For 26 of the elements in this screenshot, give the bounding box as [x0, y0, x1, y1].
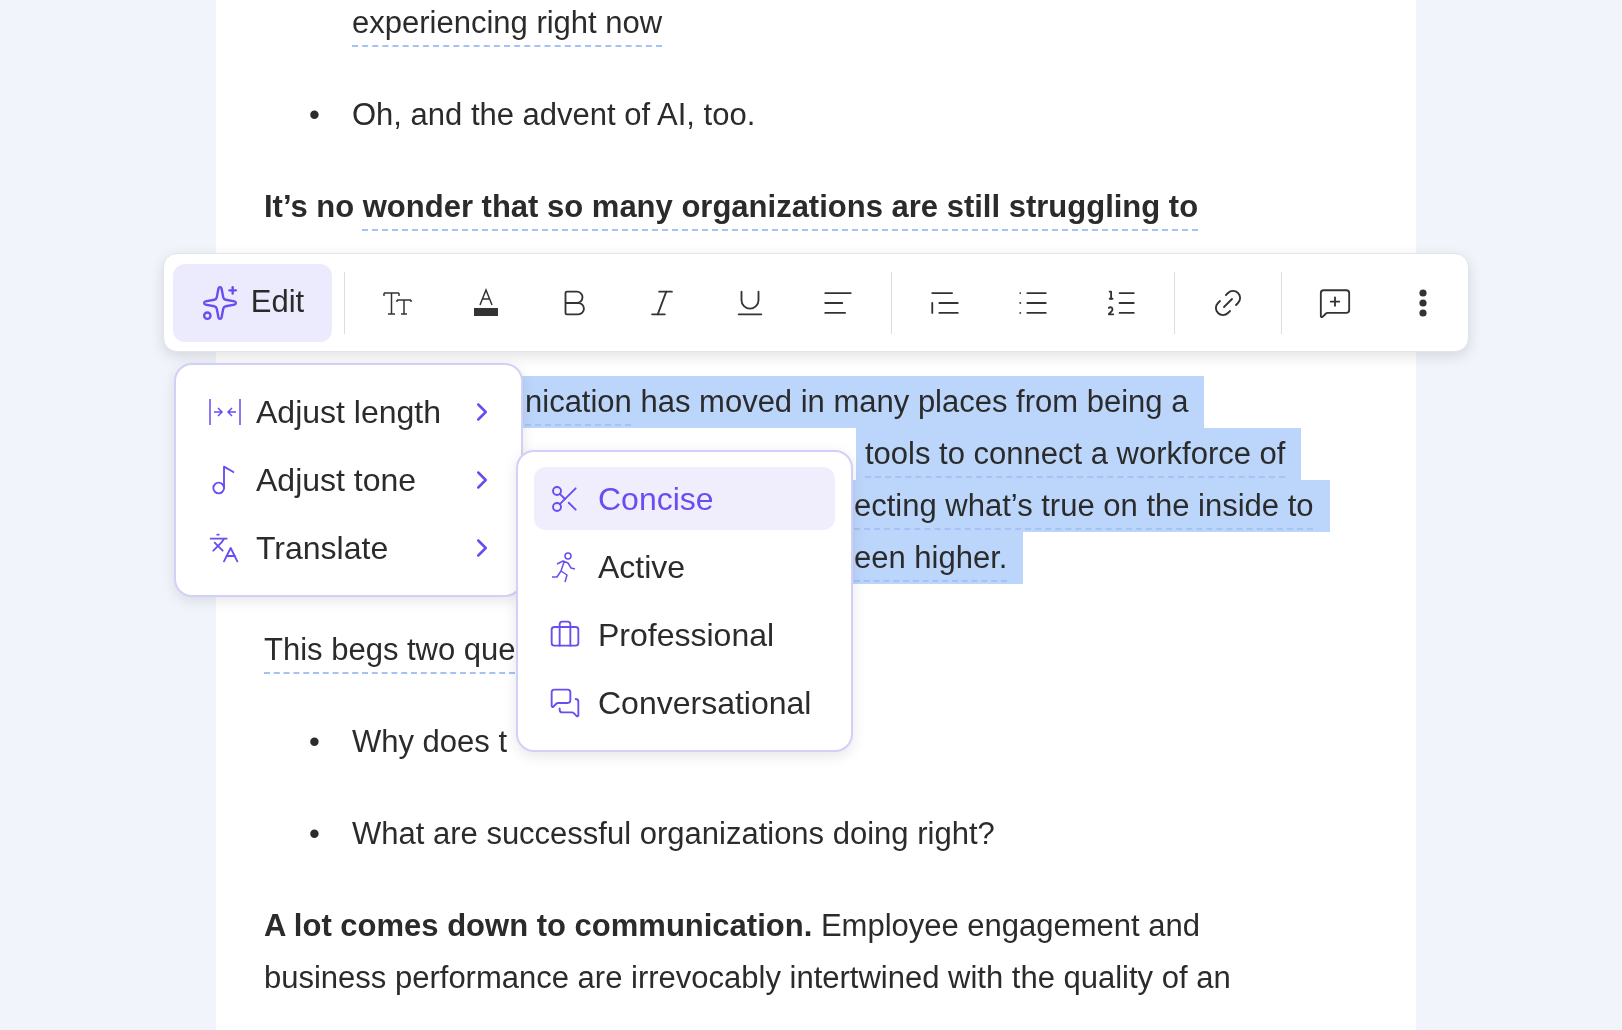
tone-option[interactable]: Professional: [534, 603, 835, 666]
bullet: •: [309, 96, 321, 134]
document-text: Why does t: [352, 723, 508, 761]
document-text: business performance are irrevocably intertwined with the quality of an: [264, 959, 1231, 997]
document-text: experiencing right now: [352, 4, 663, 42]
tone-option[interactable]: Conversational: [534, 671, 835, 734]
chat-bubbles-icon: [549, 686, 581, 719]
fold-horizontal-icon: [208, 396, 242, 428]
sparkles-icon: [200, 283, 239, 322]
document-text: Employee engagement and: [819, 907, 1201, 945]
menu-item[interactable]: Adjust tone: [208, 453, 497, 507]
tone-option[interactable]: Concise: [534, 467, 835, 530]
bullet: •: [309, 723, 321, 761]
bullet: •: [309, 815, 321, 853]
document-text: This begs two que: [264, 631, 516, 669]
document-text: A lot comes down to communication.: [264, 907, 813, 945]
translate-icon: [208, 532, 240, 564]
tone-option[interactable]: Active: [534, 535, 835, 598]
document-text: Oh, and the advent of AI, too.: [352, 96, 756, 134]
document-text: What are successful organizations doing right?: [352, 815, 995, 853]
menu-item[interactable]: Translate: [208, 521, 497, 575]
more-icon: [1419, 288, 1427, 317]
document-text: wonder that so many organizations are still struggling to: [362, 188, 1199, 226]
edit-button[interactable]: Edit: [173, 263, 332, 342]
menu-item[interactable]: Adjust length: [208, 385, 497, 439]
document-text: It’s no: [264, 188, 356, 226]
